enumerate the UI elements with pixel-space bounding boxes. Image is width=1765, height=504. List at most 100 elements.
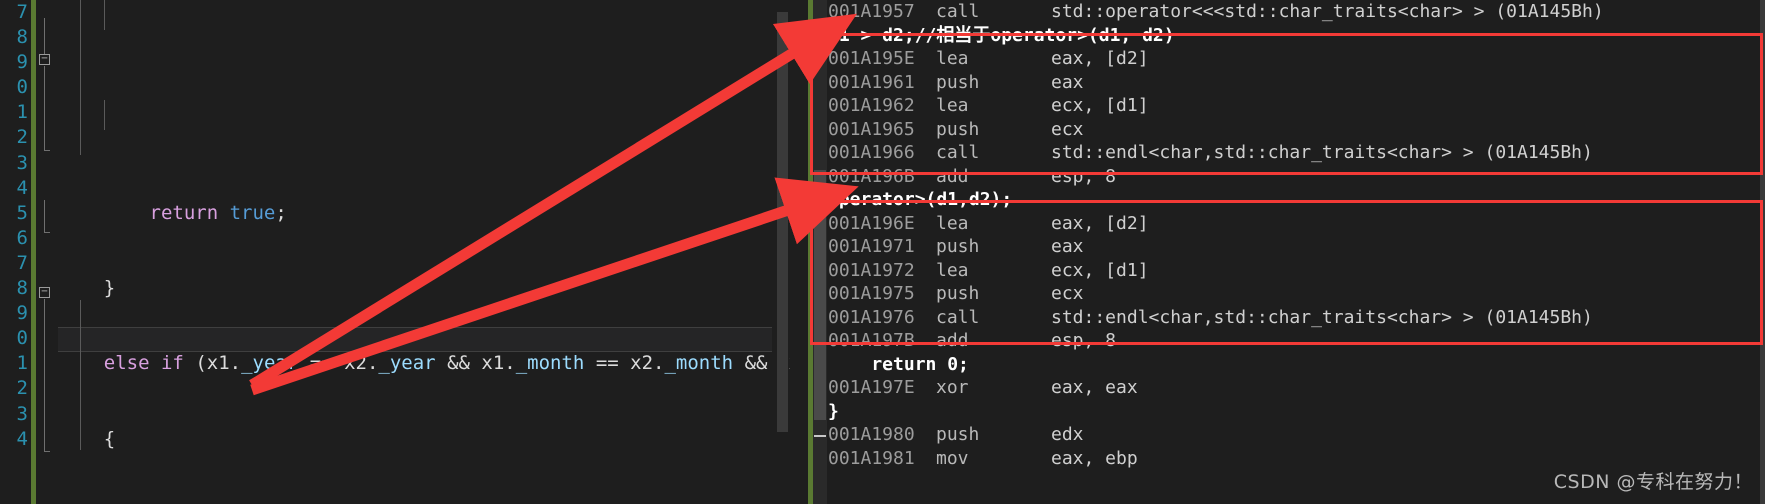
instruction-address: 001A197B (828, 330, 915, 351)
instruction-operands: ecx, [d1] (1051, 259, 1149, 281)
indent-guide-a (80, 0, 81, 155)
disassembly-row[interactable]: 001A1980 push edx (828, 423, 1765, 447)
fold-guide-line-2 (44, 66, 45, 150)
fold-margin[interactable]: ─ ─ (36, 0, 58, 504)
disassembly-source-line[interactable]: operator>(d1,d2); (828, 188, 1765, 212)
instruction-address: 001A1981 (828, 447, 915, 469)
disassembly-row[interactable]: 001A1957 call std::operator<<<std::char_tr… (828, 0, 1765, 24)
instruction-address: 001A195E (828, 48, 915, 69)
disassembly-row[interactable]: 001A196E lea eax, [d2] (828, 212, 1765, 236)
line-number: 3 (16, 402, 28, 425)
disassembly-row[interactable]: 001A196B add esp, 8 (828, 165, 1765, 189)
instruction-address: 001A1976 (828, 306, 915, 328)
fold-end-tick-3 (44, 451, 50, 452)
line-number: 0 (16, 76, 28, 99)
instruction-mnemonic: call (936, 1, 980, 22)
instruction-operands: std::endl<char,std::char_traits<char> > … (1051, 306, 1593, 328)
line-number: 7 (16, 251, 28, 274)
disassembly-source-line[interactable]: d1 > d2;//相当于operator>(d1, d2) (828, 24, 1765, 48)
code-line: { (58, 427, 116, 450)
line-number: 7 (16, 1, 28, 23)
code-editor-pane[interactable]: 789012345678901234 ─ ─ return true; } el… (0, 0, 790, 504)
instruction-address: 001A197E (828, 377, 915, 398)
line-number: 5 (16, 201, 28, 224)
disassembly-scrollbar-thumb[interactable] (814, 170, 826, 420)
instruction-address: 001A1975 (828, 283, 915, 304)
fold-collapse-icon-1[interactable]: ─ (39, 54, 50, 65)
instruction-operands: eax, [d2] (1051, 212, 1149, 234)
instruction-operands: ecx (1051, 118, 1084, 140)
instruction-operands: esp, 8 (1051, 165, 1117, 187)
editor-vertical-scrollbar[interactable] (776, 0, 789, 504)
instruction-operands: eax, eax (1051, 377, 1138, 398)
indent-guide-c (104, 100, 105, 130)
disassembly-row[interactable]: 001A1966 call std::endl<char,std::char_tra… (828, 141, 1765, 165)
disassembly-listing[interactable]: 001A1957 call std::operator<<<std::char_tr… (828, 0, 1765, 470)
instruction-mnemonic: lea (936, 259, 969, 281)
disassembly-row[interactable]: 001A1972 lea ecx, [d1] (828, 259, 1765, 283)
line-number: 3 (16, 151, 28, 174)
instruction-address: 001A1965 (828, 118, 915, 140)
instruction-operands: edx (1051, 424, 1084, 445)
line-number: 1 (16, 101, 28, 124)
line-number: 9 (16, 302, 28, 325)
disassembly-row[interactable]: 001A1971 push eax (828, 235, 1765, 259)
instruction-mnemonic: push (936, 118, 980, 140)
instruction-address: 001A196B (828, 165, 915, 187)
line-number: 8 (16, 26, 28, 49)
editor-scrollbar-thumb[interactable] (777, 12, 788, 432)
disassembly-source-line[interactable]: return 0; (828, 353, 1765, 377)
instruction-mnemonic: push (936, 71, 980, 93)
line-number: 6 (16, 226, 28, 249)
code-line: else if (x1._year == x2._year && x1._mon… (103, 352, 790, 375)
instruction-operands: std::operator<<<std::char_traits<char> >… (1051, 1, 1604, 22)
line-number: 8 (16, 277, 28, 300)
instruction-address: 001A1962 (828, 95, 915, 116)
instruction-mnemonic: lea (936, 212, 969, 234)
fold-guide-line-1 (44, 18, 45, 54)
disassembly-row[interactable]: 001A195E lea eax, [d2] (828, 47, 1765, 71)
instruction-mnemonic: add (936, 165, 969, 187)
line-number: 2 (16, 126, 28, 149)
instruction-address: 001A1980 (828, 424, 915, 445)
instruction-operands: eax (1051, 236, 1084, 257)
instruction-address: 001A1971 (828, 236, 915, 257)
code-line: return true; (149, 201, 287, 224)
instruction-address: 001A1972 (828, 259, 915, 281)
fold-end-tick-1 (44, 150, 50, 151)
instruction-operands: ecx (1051, 283, 1084, 304)
instruction-mnemonic: push (936, 283, 980, 304)
instruction-mnemonic: add (936, 330, 969, 351)
instruction-address: 001A196E (828, 212, 915, 234)
source-line-text: } (828, 400, 839, 422)
disassembly-row[interactable]: 001A1975 push ecx (828, 282, 1765, 306)
window-vertical-scrollbar[interactable] (1760, 0, 1765, 504)
line-number: 9 (16, 51, 28, 74)
disassembly-row[interactable]: 001A197E xor eax, eax (828, 376, 1765, 400)
disassembly-row[interactable]: 001A1962 lea ecx, [d1] (828, 94, 1765, 118)
instruction-mnemonic: mov (936, 447, 969, 469)
line-number-gutter: 789012345678901234 (0, 0, 30, 504)
source-line-text: operator>(d1,d2); (828, 189, 1013, 210)
pane-splitter[interactable] (790, 0, 806, 504)
fold-guide-line-3 (44, 200, 45, 232)
instruction-operands: esp, 8 (1051, 330, 1117, 351)
fold-collapse-icon-2[interactable]: ─ (39, 287, 50, 298)
line-number: 2 (16, 377, 28, 400)
instruction-address: 001A1966 (828, 142, 915, 163)
disassembly-pane[interactable]: 001A1957 call std::operator<<<std::char_tr… (806, 0, 1765, 504)
disassembly-vertical-scrollbar[interactable] (813, 0, 827, 504)
disassembly-row[interactable]: 001A197B add esp, 8 (828, 329, 1765, 353)
source-line-text: return 0; (828, 353, 969, 375)
disassembly-source-line[interactable]: } (828, 400, 1765, 424)
line-number: 0 (16, 327, 28, 350)
instruction-address: 001A1957 (828, 1, 915, 22)
screenshot-root: 789012345678901234 ─ ─ return true; } el… (0, 0, 1765, 504)
line-number: 4 (16, 176, 28, 199)
disassembly-row[interactable]: 001A1976 call std::endl<char,std::char_tra… (828, 306, 1765, 330)
instruction-mnemonic: push (936, 424, 980, 445)
code-text-area[interactable]: return true; } else if (x1._year == x2._… (58, 0, 790, 504)
instruction-operands: eax, [d2] (1051, 48, 1149, 69)
disassembly-row[interactable]: 001A1961 push eax (828, 71, 1765, 95)
disassembly-row[interactable]: 001A1965 push ecx (828, 118, 1765, 142)
